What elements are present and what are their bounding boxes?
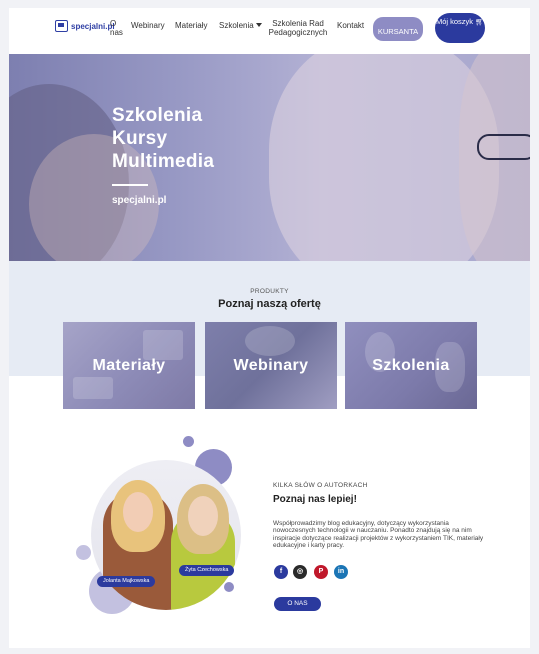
hero-title: Szkolenia Kursy Multimedia	[112, 104, 214, 173]
card-label: Webinary	[233, 356, 309, 374]
products-kicker: PRODUKTY	[250, 288, 289, 295]
page: specjalni.pl O nas Webinary Materiały Sz…	[9, 8, 530, 648]
card-label: Szkolenia	[372, 356, 450, 374]
card-image-screen	[143, 330, 183, 360]
card-materialy[interactable]: Materiały	[63, 322, 195, 409]
card-szkolenia[interactable]: Szkolenia	[345, 322, 477, 409]
card-image-person	[245, 326, 295, 356]
linkedin-icon[interactable]: in	[334, 565, 348, 579]
logo-text: specjalni.pl	[71, 21, 115, 31]
authors-photo	[91, 460, 241, 610]
nav-webinary[interactable]: Webinary	[131, 21, 165, 30]
hero-glasses-shape	[477, 134, 530, 160]
nav-szkolenia-rad[interactable]: Szkolenia Rad Pedagogicznych	[267, 19, 329, 37]
author-1-name-tag: Jolanta Majkowska	[97, 576, 156, 587]
hero-line-1: Szkolenia	[112, 105, 203, 126]
products-title: Poznaj naszą ofertę	[218, 298, 321, 310]
authors-title: Poznaj nas lepiej!	[273, 494, 357, 505]
nav-o-nas[interactable]: O nas	[110, 19, 124, 37]
cart-icon: 🛒︎	[475, 19, 485, 26]
chevron-down-icon	[255, 23, 262, 27]
nav-materialy[interactable]: Materiały	[175, 21, 207, 30]
authors-kicker: KILKA SŁÓW O AUTORKACH	[273, 482, 368, 489]
decor-circle	[76, 545, 91, 560]
pinterest-icon[interactable]: P	[314, 565, 328, 579]
hero-divider	[112, 184, 148, 186]
author-2-name-tag: Żyta Czechowska	[179, 565, 235, 576]
card-image-books	[73, 377, 113, 399]
author-2-face	[188, 496, 218, 536]
authors-description: Współprowadzimy blog edukacyjny, dotyczą…	[273, 520, 484, 550]
decor-circle	[183, 436, 194, 447]
facebook-icon[interactable]: f	[274, 565, 288, 579]
nav-szkolenia[interactable]: Szkolenia	[219, 21, 262, 30]
logo-icon	[55, 20, 68, 32]
hero-line-2: Kursy	[112, 128, 168, 149]
cart-label: Mój koszyk	[435, 17, 474, 26]
hero-site-label: specjalni.pl	[112, 195, 167, 206]
o-nas-button[interactable]: O NAS	[274, 597, 321, 611]
nav-szkolenia-label: Szkolenia	[219, 21, 254, 30]
instagram-icon[interactable]: ◎	[293, 565, 307, 579]
card-label: Materiały	[92, 356, 166, 374]
card-webinary[interactable]: Webinary	[205, 322, 337, 409]
hero-banner	[9, 54, 530, 261]
logo[interactable]: specjalni.pl	[55, 20, 115, 32]
nav-kontakt[interactable]: Kontakt	[337, 21, 364, 30]
cart-button[interactable]: Mój koszyk 🛒︎	[435, 13, 485, 43]
hero-line-3: Multimedia	[112, 151, 215, 172]
author-1-face	[123, 492, 153, 532]
site-header: specjalni.pl O nas Webinary Materiały Sz…	[9, 8, 530, 54]
kursanta-button[interactable]: KURSANTA	[373, 17, 423, 41]
